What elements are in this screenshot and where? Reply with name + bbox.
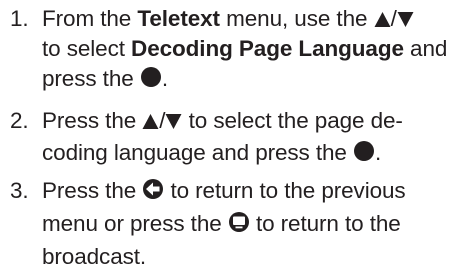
step-1-line-3: press the . xyxy=(42,66,168,91)
ok-button-icon xyxy=(140,66,162,88)
step-number: 1. xyxy=(10,6,29,31)
down-arrow-icon xyxy=(397,11,414,28)
up-arrow-icon xyxy=(374,11,391,28)
step-2-line-1: Press the / to select the page de- xyxy=(42,108,403,133)
down-arrow-icon xyxy=(165,113,182,130)
step-3: 3. Press the to return to the previous m… xyxy=(0,176,462,272)
step-3-line-1: Press the to return to the previous xyxy=(42,178,406,203)
menu-name-teletext: Teletext xyxy=(137,6,220,31)
step-2: 2. Press the / to select the page de- co… xyxy=(0,106,462,168)
step-1: 1. From the Teletext menu, use the / to … xyxy=(0,4,462,94)
tv-broadcast-icon xyxy=(228,211,250,233)
step-1-line-1: From the Teletext menu, use the / xyxy=(42,4,462,34)
step-number: 2. xyxy=(10,108,29,133)
option-name-decoding-page-language: Decoding Page Language xyxy=(131,36,404,61)
up-arrow-icon xyxy=(142,113,159,130)
back-arrow-icon xyxy=(142,178,164,200)
step-3-line-2: menu or press the to return to the xyxy=(42,211,401,236)
step-number: 3. xyxy=(10,178,29,203)
ok-button-icon xyxy=(353,140,375,162)
step-2-line-2: coding language and press the . xyxy=(42,140,382,165)
step-1-line-2: to select Decoding Page Language and xyxy=(42,36,448,61)
